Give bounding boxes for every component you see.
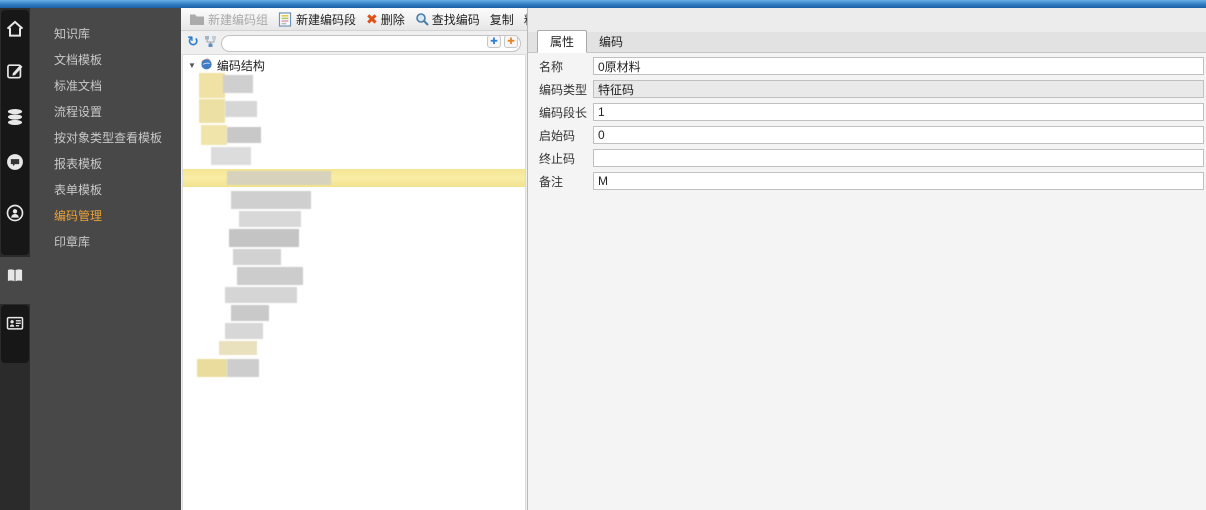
redacted-block bbox=[229, 229, 299, 247]
redacted-block bbox=[223, 75, 253, 93]
redacted-block bbox=[225, 101, 257, 117]
remark-label: 备注 bbox=[539, 174, 564, 189]
hierarchy-icon[interactable] bbox=[204, 35, 218, 49]
redacted-block bbox=[199, 73, 225, 98]
code-tree-panel: 新建编码组 新建编码段 ✖ 删除 查找编码 复制 粘贴 ↻ ✚ ✚ bbox=[181, 8, 548, 510]
sidebar-item-report-templates[interactable]: 报表模板 bbox=[30, 151, 181, 177]
tree-search-input[interactable] bbox=[221, 34, 521, 52]
redacted-block bbox=[231, 305, 269, 321]
redacted-block bbox=[239, 211, 301, 227]
copy-button[interactable]: 复制 bbox=[485, 9, 519, 29]
redacted-block bbox=[197, 359, 227, 377]
form-row-name: 名称 bbox=[528, 57, 1206, 75]
book-icon[interactable] bbox=[4, 265, 26, 287]
edit-icon[interactable] bbox=[4, 60, 26, 82]
segment-length-field[interactable] bbox=[593, 103, 1204, 121]
redacted-block bbox=[227, 171, 331, 185]
form-row-segment-length: 编码段长 bbox=[528, 103, 1206, 121]
redacted-block bbox=[227, 127, 261, 143]
document-icon bbox=[278, 11, 293, 27]
form-row-code-type: 编码类型 bbox=[528, 80, 1206, 98]
database-icon[interactable] bbox=[4, 106, 26, 128]
new-code-group-button[interactable]: 新建编码组 bbox=[184, 9, 273, 29]
expand-all-button[interactable]: ✚ bbox=[487, 35, 501, 48]
folder-icon bbox=[189, 13, 205, 26]
form-row-end-code: 终止码 bbox=[528, 149, 1206, 167]
remark-field[interactable] bbox=[593, 172, 1204, 190]
start-code-field[interactable] bbox=[593, 126, 1204, 144]
find-code-button[interactable]: 查找编码 bbox=[410, 9, 485, 29]
tree-filter-bar: ↻ ✚ ✚ bbox=[181, 31, 527, 52]
properties-tab-bar: 属性 编码 bbox=[528, 30, 1206, 53]
redacted-block bbox=[219, 341, 257, 355]
sidebar-item-seal-library[interactable]: 印章库 bbox=[30, 229, 181, 255]
sidebar-item-document-templates[interactable]: 文档模板 bbox=[30, 47, 181, 73]
tree-toolbar: 新建编码组 新建编码段 ✖ 删除 查找编码 复制 粘贴 bbox=[181, 8, 548, 31]
delete-x-icon: ✖ bbox=[366, 11, 378, 27]
delete-label: 删除 bbox=[380, 12, 405, 27]
sidebar-item-process-settings[interactable]: 流程设置 bbox=[30, 99, 181, 125]
new-code-segment-label: 新建编码段 bbox=[296, 12, 357, 27]
tab-codes[interactable]: 编码 bbox=[587, 31, 635, 52]
refresh-icon[interactable]: ↻ bbox=[185, 33, 201, 50]
id-card-icon[interactable] bbox=[4, 312, 26, 334]
new-code-group-label: 新建编码组 bbox=[208, 12, 269, 27]
tab-attributes[interactable]: 属性 bbox=[537, 30, 588, 53]
name-field[interactable] bbox=[593, 57, 1204, 75]
copy-label: 复制 bbox=[489, 12, 514, 27]
search-icon bbox=[415, 12, 429, 26]
end-code-label: 终止码 bbox=[539, 151, 576, 166]
redacted-block bbox=[211, 147, 251, 165]
code-type-label: 编码类型 bbox=[539, 82, 588, 97]
redacted-block bbox=[225, 323, 263, 339]
redacted-block bbox=[233, 249, 281, 265]
start-code-label: 启始码 bbox=[539, 128, 576, 143]
delete-button[interactable]: ✖ 删除 bbox=[361, 9, 410, 29]
find-code-label: 查找编码 bbox=[431, 12, 480, 27]
chat-icon[interactable] bbox=[4, 151, 26, 173]
sidebar-item-standard-documents[interactable]: 标准文档 bbox=[30, 73, 181, 99]
redacted-block bbox=[199, 99, 225, 123]
code-tree: ▼ 编码结构 bbox=[182, 54, 526, 510]
new-code-segment-button[interactable]: 新建编码段 bbox=[273, 9, 361, 29]
icon-rail bbox=[0, 8, 30, 510]
tree-search-wrapper: ✚ ✚ bbox=[221, 33, 521, 52]
redacted-block bbox=[227, 359, 259, 377]
properties-panel-header bbox=[528, 8, 1206, 32]
name-label: 名称 bbox=[539, 59, 564, 74]
attributes-form: 名称 编码类型 编码段长 启始码 终止码 备注 bbox=[528, 53, 1206, 190]
window-title-bar bbox=[0, 0, 1206, 8]
sidebar-item-form-templates[interactable]: 表单模板 bbox=[30, 177, 181, 203]
end-code-field[interactable] bbox=[593, 149, 1204, 167]
home-icon[interactable] bbox=[4, 18, 26, 40]
collapse-all-button[interactable]: ✚ bbox=[504, 35, 518, 48]
sidebar-item-code-management[interactable]: 编码管理 bbox=[30, 203, 181, 229]
redacted-block bbox=[231, 191, 311, 209]
sidebar-menu: 知识库 文档模板 标准文档 流程设置 按对象类型查看模板 报表模板 表单模板 编… bbox=[30, 8, 181, 510]
segment-length-label: 编码段长 bbox=[539, 105, 588, 120]
support-icon[interactable] bbox=[4, 202, 26, 224]
tree-redacted-layer bbox=[183, 55, 525, 510]
form-row-start-code: 启始码 bbox=[528, 126, 1206, 144]
redacted-block bbox=[225, 287, 297, 303]
code-type-field[interactable] bbox=[593, 80, 1204, 98]
form-row-remark: 备注 bbox=[528, 172, 1206, 190]
redacted-block bbox=[237, 267, 303, 285]
sidebar-item-knowledge-base[interactable]: 知识库 bbox=[30, 21, 181, 47]
sidebar-item-templates-by-object-type[interactable]: 按对象类型查看模板 bbox=[30, 125, 181, 151]
redacted-block bbox=[201, 125, 227, 145]
properties-panel: 属性 编码 名称 编码类型 编码段长 启始码 终止码 备注 bbox=[527, 8, 1206, 510]
